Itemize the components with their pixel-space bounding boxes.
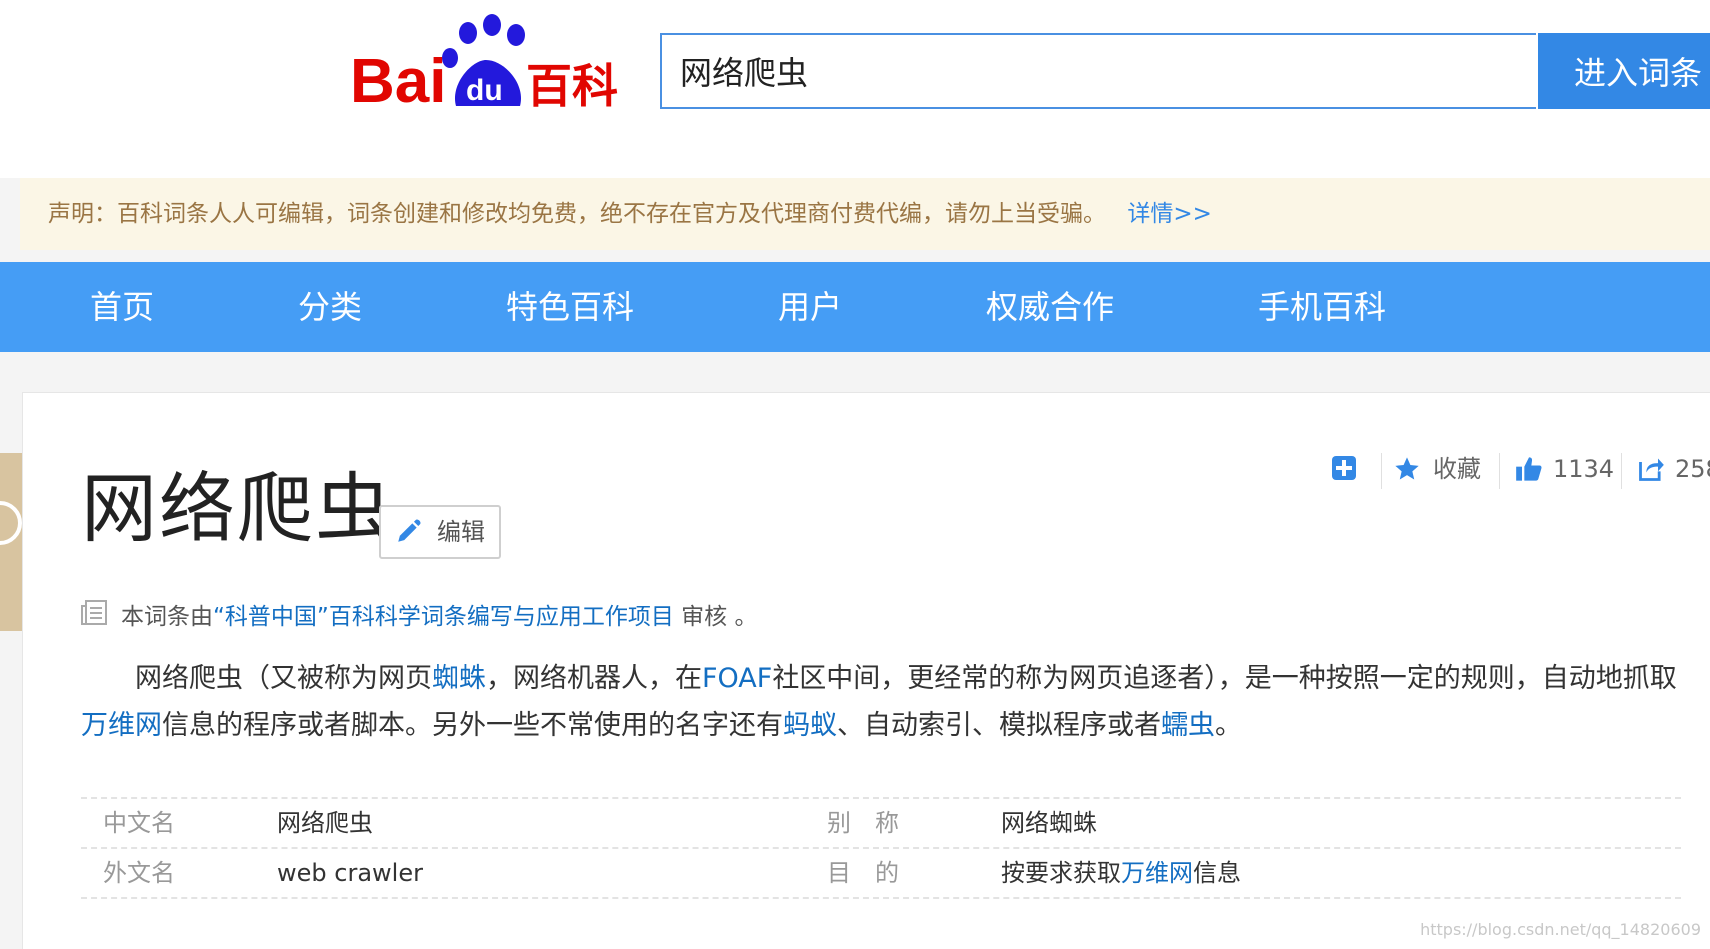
notice-text: 声明：百科词条人人可编辑，词条创建和修改均免费，绝不存在官方及代理商付费代编，请… xyxy=(48,201,1106,227)
summary-text: 、自动索引、模拟程序或者 xyxy=(837,710,1161,741)
watermark: https://blog.csdn.net/qq_14820609 xyxy=(1420,920,1701,939)
review-prefix: 本词条由 xyxy=(121,604,213,630)
link-www-purpose[interactable]: 万维网 xyxy=(1121,859,1193,887)
pencil-icon xyxy=(398,519,421,542)
summary-text: 网络爬虫（又被称为网页 xyxy=(135,663,432,694)
main-nav: 首页 分类 特色百科 用户 权威合作 手机百科 xyxy=(0,262,1710,352)
nav-item-authority[interactable]: 权威合作 xyxy=(986,262,1114,352)
favorite-action[interactable]: 收藏 xyxy=(1393,449,1493,489)
info-value-purpose: 按要求获取万维网信息 xyxy=(1001,849,1241,897)
logo-graphic: Bai du 百科 xyxy=(350,14,618,116)
share-count: 258 xyxy=(1675,455,1710,483)
nav-item-featured[interactable]: 特色百科 xyxy=(506,262,634,352)
add-to-list-action[interactable] xyxy=(1331,449,1361,489)
gear-icon xyxy=(0,501,22,545)
entry-summary: 网络爬虫（又被称为网页蜘蛛，网络机器人，在FOAF社区中间，更经常的称为网页追逐… xyxy=(81,655,1681,749)
info-row: 外文名 web crawler 目 的 按要求获取万维网信息 xyxy=(81,847,1681,899)
summary-text: ，网络机器人，在 xyxy=(486,663,702,694)
action-separator xyxy=(1621,453,1622,489)
nav-item-categories[interactable]: 分类 xyxy=(298,262,362,352)
thumbs-up-icon xyxy=(1516,457,1542,481)
search-input[interactable] xyxy=(662,35,1536,107)
summary-text: 信息的程序或者脚本。另外一些不常使用的名字还有 xyxy=(162,710,783,741)
nav-item-users[interactable]: 用户 xyxy=(778,262,842,352)
summary-text: 。 xyxy=(1215,710,1242,741)
info-value-foreign-name: web crawler xyxy=(277,859,423,887)
entry-title: 网络爬虫 xyxy=(81,464,393,553)
site-header: Bai du 百科 进入词条 xyxy=(0,0,1710,178)
edit-label: 编辑 xyxy=(437,518,485,546)
star-icon xyxy=(1395,457,1419,480)
action-separator xyxy=(1499,453,1500,489)
search-box xyxy=(660,33,1536,109)
link-www[interactable]: 万维网 xyxy=(81,710,162,741)
entry-card: 收藏 1134 258 网络爬虫 编辑 xyxy=(22,392,1710,949)
nav-item-mobile[interactable]: 手机百科 xyxy=(1258,262,1386,352)
info-value-chinese-name: 网络爬虫 xyxy=(277,809,373,837)
document-icon xyxy=(81,600,107,625)
baidu-baike-logo[interactable]: Bai du 百科 xyxy=(346,10,626,116)
info-row: 中文名 网络爬虫 别 称 网络蜘蛛 xyxy=(81,797,1681,849)
share-icon xyxy=(1639,458,1664,481)
summary-text: 社区中间，更经常的称为网页追逐者），是一种按照一定的规则，自动地抓取 xyxy=(772,663,1677,694)
notice-details-link[interactable]: 详情>> xyxy=(1127,201,1212,227)
info-label-foreign-name: 外文名 xyxy=(103,859,175,887)
link-worm[interactable]: 蠕虫 xyxy=(1161,710,1215,741)
edit-button[interactable]: 编辑 xyxy=(379,505,501,559)
logo-text-baidu: Bai xyxy=(350,47,446,110)
entry-actions: 收藏 1134 258 xyxy=(1193,449,1710,499)
review-project-link[interactable]: “科普中国”百科科学词条编写与应用工作项目 xyxy=(213,604,674,630)
info-value-alias: 网络蜘蛛 xyxy=(1001,809,1097,837)
share-action[interactable]: 258 xyxy=(1637,449,1710,489)
like-count: 1134 xyxy=(1553,455,1615,483)
info-label-chinese-name: 中文名 xyxy=(103,809,175,837)
logo-text-du: du xyxy=(466,74,503,107)
link-ant[interactable]: 蚂蚁 xyxy=(783,710,837,741)
disclaimer-notice: 声明：百科词条人人可编辑，词条创建和修改均免费，绝不存在官方及代理商付费代编，请… xyxy=(20,178,1710,250)
purpose-prefix: 按要求获取 xyxy=(1001,859,1121,887)
link-foaf[interactable]: FOAF xyxy=(702,663,772,694)
side-tab[interactable] xyxy=(0,453,22,631)
info-label-purpose: 目 的 xyxy=(827,859,899,887)
favorite-label: 收藏 xyxy=(1433,455,1481,483)
review-suffix: 审核 。 xyxy=(673,604,758,630)
purpose-suffix: 信息 xyxy=(1193,859,1241,887)
logo-text-baike: 百科 xyxy=(526,59,618,110)
enter-entry-button[interactable]: 进入词条 xyxy=(1538,33,1710,109)
action-separator xyxy=(1381,453,1382,489)
nav-item-home[interactable]: 首页 xyxy=(90,262,154,352)
review-text: 本词条由“科普中国”百科科学词条编写与应用工作项目 审核 。 xyxy=(121,597,757,631)
basic-info-table: 中文名 网络爬虫 别 称 网络蜘蛛 外文名 web crawler 目 的 按要… xyxy=(81,797,1681,899)
link-spider[interactable]: 蜘蛛 xyxy=(432,663,486,694)
info-label-alias: 别 称 xyxy=(827,809,899,837)
like-action[interactable]: 1134 xyxy=(1515,449,1625,489)
plus-square-icon xyxy=(1332,456,1356,480)
